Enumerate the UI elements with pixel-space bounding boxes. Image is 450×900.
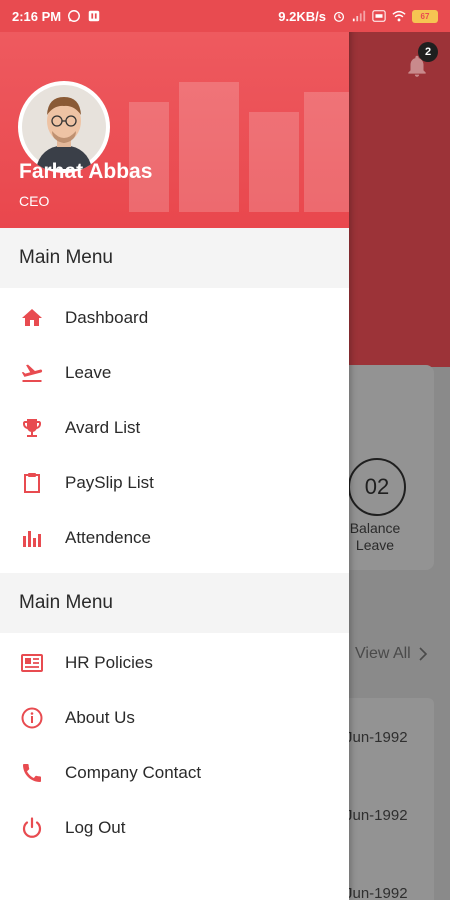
wifi-icon bbox=[392, 10, 406, 22]
menu-item-label: PaySlip List bbox=[65, 472, 154, 492]
home-icon bbox=[19, 305, 45, 331]
power-icon bbox=[19, 815, 45, 841]
section-header-main-menu-2: Main Menu bbox=[0, 573, 349, 633]
menu-item-label: HR Policies bbox=[65, 652, 153, 672]
menu-item-about-us[interactable]: About Us bbox=[0, 690, 349, 745]
navigation-drawer: Farhat Abbas CEO Main Menu Dashboard Lea… bbox=[0, 0, 349, 900]
menu-item-company-contact[interactable]: Company Contact bbox=[0, 745, 349, 800]
drawer-header: Farhat Abbas CEO bbox=[0, 32, 349, 228]
menu-item-hr-policies[interactable]: HR Policies bbox=[0, 635, 349, 690]
clipboard-icon bbox=[19, 470, 45, 496]
menu-item-label: Company Contact bbox=[65, 762, 202, 782]
header-background-image bbox=[129, 82, 349, 212]
info-icon bbox=[19, 705, 45, 731]
menu-item-dashboard[interactable]: Dashboard bbox=[0, 290, 349, 345]
balance-leave-value: 02 bbox=[348, 458, 406, 516]
battery-icon: 67 bbox=[412, 9, 438, 23]
menu-item-label: Dashboard bbox=[65, 307, 149, 327]
view-all-label: View All bbox=[355, 645, 411, 662]
user-role: CEO bbox=[19, 193, 50, 209]
menu-item-label: Avard List bbox=[65, 417, 141, 437]
list-item-date: -Jun-1992 bbox=[340, 885, 408, 900]
menu-item-label: Attendence bbox=[65, 527, 152, 547]
menu-item-attendence[interactable]: Attendence bbox=[0, 510, 349, 565]
newspaper-icon bbox=[19, 650, 45, 676]
list-item-date: -Jun-1992 bbox=[340, 807, 408, 824]
list-item-date: -Jun-1992 bbox=[340, 729, 408, 746]
menu-item-leave[interactable]: Leave bbox=[0, 345, 349, 400]
phone-icon bbox=[19, 760, 45, 786]
menu-item-payslip-list[interactable]: PaySlip List bbox=[0, 455, 349, 510]
chevron-right-icon bbox=[419, 647, 428, 661]
volte-icon bbox=[372, 10, 386, 22]
alarm-icon bbox=[333, 11, 345, 22]
view-all-link[interactable]: View All bbox=[355, 645, 428, 663]
user-name: Farhat Abbas bbox=[19, 160, 153, 183]
balance-leave-label: Balance Leave bbox=[349, 520, 401, 553]
status-time: 2:16 PM bbox=[12, 8, 62, 24]
menu-item-log-out[interactable]: Log Out bbox=[0, 800, 349, 855]
menu-item-award-list[interactable]: Avard List bbox=[0, 400, 349, 455]
user-photo bbox=[22, 85, 106, 169]
notification-bell[interactable]: 2 bbox=[404, 42, 438, 78]
trophy-icon bbox=[19, 415, 45, 441]
whatsapp-icon bbox=[68, 10, 81, 22]
airplane-icon bbox=[19, 360, 45, 386]
notification-badge: 2 bbox=[418, 42, 438, 62]
network-speed: 9.2KB/s bbox=[278, 8, 326, 24]
signal-icon bbox=[352, 10, 366, 22]
status-bar: 2:16 PM 9.2KB/s 67 bbox=[0, 0, 450, 32]
menu-item-label: Log Out bbox=[65, 817, 126, 837]
section-header-main-menu: Main Menu bbox=[0, 228, 349, 288]
bar-chart-icon bbox=[19, 525, 45, 551]
menu-item-label: Leave bbox=[65, 362, 112, 382]
battery-level: 67 bbox=[420, 11, 430, 21]
menu-item-label: About Us bbox=[65, 707, 135, 727]
app-notification-icon bbox=[88, 10, 100, 22]
